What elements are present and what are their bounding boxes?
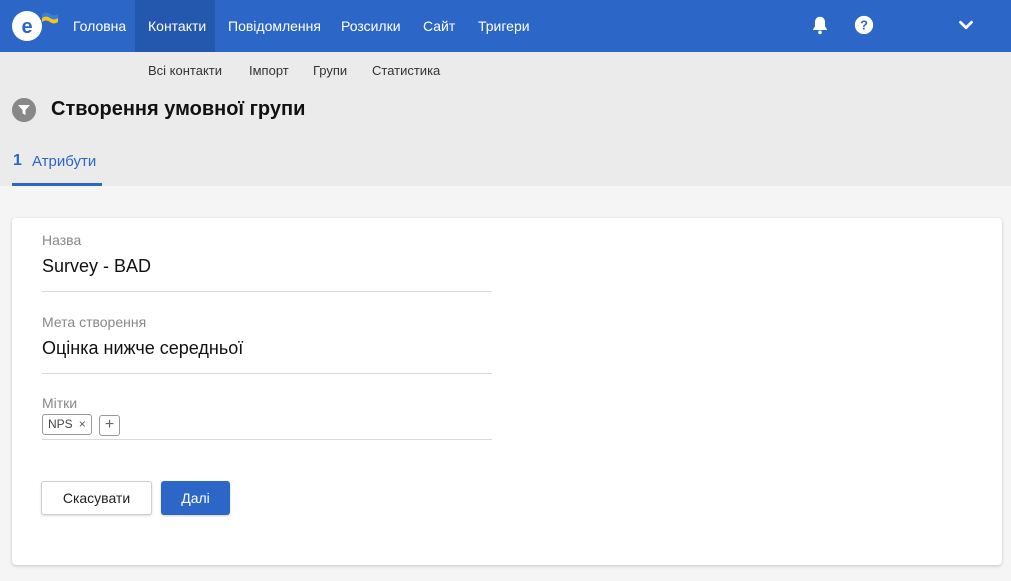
tab-attributes[interactable]: 1 Атрибути [12, 150, 102, 186]
subnav-item-groups[interactable]: Групи [313, 63, 347, 78]
nav-item-triggers[interactable]: Тригери [465, 0, 543, 52]
tags-label: Мітки [42, 395, 78, 411]
nav-item-site[interactable]: Сайт [410, 0, 468, 52]
nav-item-home[interactable]: Головна [60, 0, 139, 52]
nav-item-contacts[interactable]: Контакти [135, 0, 215, 52]
purpose-label: Мета створення [42, 314, 147, 330]
form-card: Назва Survey - BAD Мета створення Оцінка… [12, 218, 1002, 565]
tag-chip: NPS × [42, 414, 92, 435]
chevron-down-icon[interactable] [955, 14, 977, 36]
purpose-field[interactable]: Оцінка нижче середньої [42, 338, 243, 359]
help-icon[interactable]: ? [853, 14, 875, 36]
svg-text:?: ? [860, 18, 868, 33]
cancel-button[interactable]: Скасувати [41, 481, 152, 515]
page-title: Створення умовної групи [51, 98, 306, 120]
filter-icon [12, 98, 36, 122]
name-field[interactable]: Survey - BAD [42, 256, 151, 277]
name-label: Назва [42, 232, 82, 248]
subnav-item-statistics[interactable]: Статистика [372, 63, 440, 78]
tag-remove-icon[interactable]: × [79, 417, 86, 431]
add-tag-button[interactable]: + [99, 415, 120, 436]
name-field-underline [42, 291, 492, 292]
tag-label: NPS [48, 417, 73, 431]
subnav-item-import[interactable]: Імпорт [249, 63, 289, 78]
subnav-item-all-contacts[interactable]: Всі контакти [148, 63, 222, 78]
tags-field-underline [42, 439, 492, 440]
step-label: Атрибути [32, 153, 97, 170]
nav-item-campaigns[interactable]: Розсилки [328, 0, 414, 52]
nav-item-messages[interactable]: Повідомлення [215, 0, 334, 52]
logo-icon[interactable]: e [10, 8, 60, 44]
purpose-field-underline [42, 373, 492, 374]
page-header: Всі контакти Імпорт Групи Статистика Ств… [0, 52, 1011, 186]
next-button[interactable]: Далі [161, 481, 230, 515]
top-navbar: e Головна Контакти Повідомлення Розсилки… [0, 0, 1011, 52]
step-number: 1 [13, 152, 22, 169]
svg-text:e: e [21, 16, 32, 38]
bell-icon[interactable] [809, 14, 831, 36]
